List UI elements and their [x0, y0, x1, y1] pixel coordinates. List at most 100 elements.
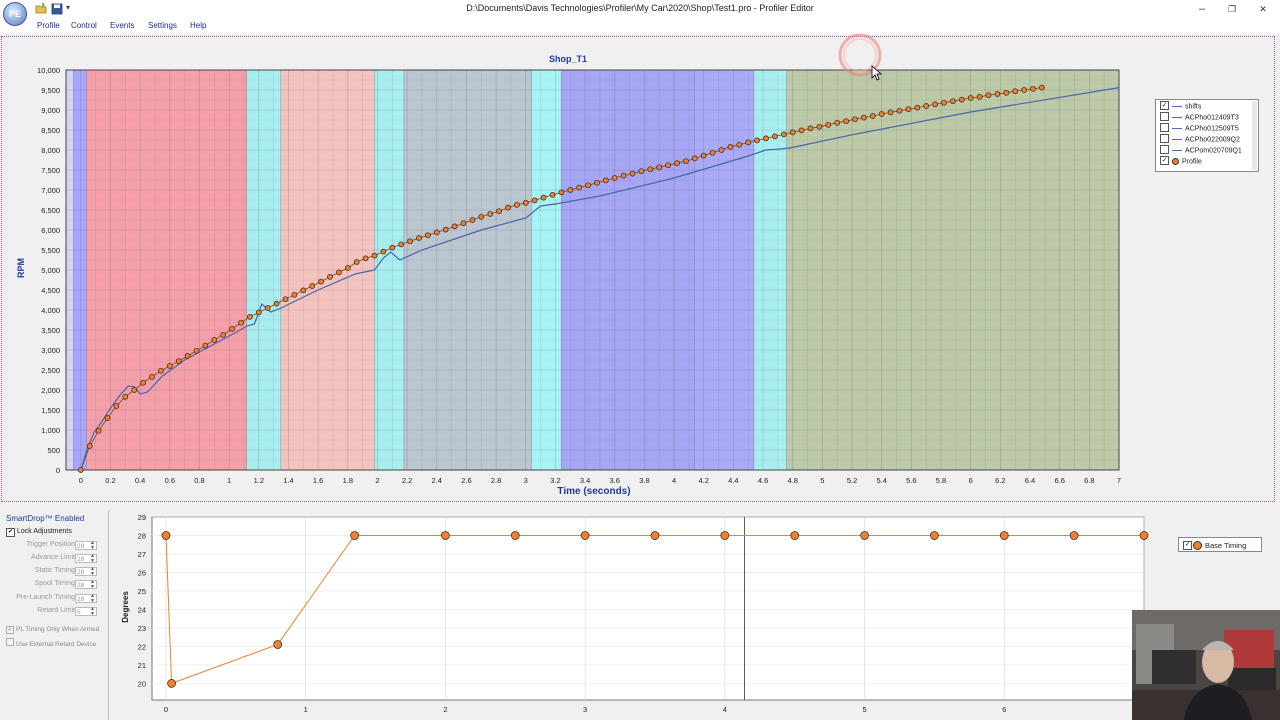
profile-point: [861, 114, 867, 121]
timing-chart[interactable]: Degrees 0 1 2 3 4 5 620212223242526272829: [108, 510, 1280, 720]
base-timing-point: [860, 531, 869, 540]
profile-point: [567, 187, 574, 193]
setting-row: Pre-Launch Timing 28 ▲ ▼: [0, 594, 108, 605]
profile-point: [220, 331, 227, 338]
legend-item-acpho022009q2[interactable]: ACPho022009Q2: [1160, 134, 1240, 146]
spin-arrows-icon[interactable]: ▲ ▼: [89, 567, 96, 577]
spin-arrows-icon[interactable]: ▲ ▼: [89, 554, 96, 564]
x-tick-label: 4.4: [728, 476, 738, 485]
profile-point: [976, 93, 983, 100]
advance-limit-stepper[interactable]: 28 ▲ ▼: [75, 554, 97, 564]
y-tick-label: 7,500: [41, 166, 60, 175]
y-tick-label: 10,000: [37, 66, 60, 75]
profile-point: [549, 191, 556, 198]
x-tick-label: 1.8: [343, 476, 353, 485]
legend-checkbox[interactable]: [1160, 145, 1169, 154]
y-tick-label: 6,500: [41, 206, 60, 215]
x-tick-label: 4.2: [699, 476, 709, 485]
profile-point: [193, 347, 200, 354]
lock-adjustments-checkbox[interactable]: ✔: [6, 528, 15, 537]
base-timing-point: [1139, 531, 1149, 540]
legend-checkbox[interactable]: [1160, 123, 1169, 132]
profile-point: [656, 164, 663, 171]
spin-arrows-icon[interactable]: ▲ ▼: [89, 541, 96, 551]
pl-timing-checkbox[interactable]: ✔: [6, 626, 14, 634]
profile-point: [291, 291, 298, 298]
legend-checkbox[interactable]: [1160, 112, 1169, 121]
pl-timing-row[interactable]: ✔ PL Timing Only When Armed: [6, 626, 99, 634]
profile-point: [700, 152, 707, 159]
profile-point: [576, 184, 583, 191]
x-tick-label: 2: [443, 705, 447, 714]
profile-point: [691, 155, 698, 162]
x-axis-label: Time (seconds): [557, 486, 630, 497]
profile-point: [229, 325, 235, 332]
profile-point: [923, 103, 930, 109]
profile-point: [282, 296, 289, 303]
external-retard-checkbox[interactable]: [6, 638, 14, 646]
static-timing-label: Static Timing: [34, 567, 75, 574]
x-tick-label: 1: [304, 705, 308, 714]
profile-point: [540, 194, 547, 201]
x-tick-label: 5.8: [936, 476, 946, 485]
profile-point: [505, 204, 511, 211]
y-tick-label: 5,500: [41, 246, 60, 255]
profile-point: [674, 160, 680, 167]
timing-legend[interactable]: ✓ Base Timing: [1178, 537, 1262, 552]
profile-point: [905, 106, 912, 113]
profile-point: [709, 149, 716, 156]
profile-point: [887, 109, 894, 116]
x-tick-label: 6: [1002, 705, 1006, 714]
y-tick-label: 23: [138, 624, 146, 633]
profile-point: [1003, 89, 1010, 96]
legend-label: shifts: [1185, 103, 1202, 111]
legend-checkbox[interactable]: ✓: [1160, 101, 1169, 110]
pre-launch-timing-stepper[interactable]: 28 ▲ ▼: [75, 594, 97, 604]
y-tick-label: 8,500: [41, 126, 60, 135]
profile-point: [665, 162, 671, 169]
retard-limit-stepper[interactable]: 5 ▲ ▼: [75, 607, 97, 617]
legend-item-profile[interactable]: ✓ Profile: [1160, 156, 1202, 168]
base-timing-label: Base Timing: [1205, 541, 1247, 550]
spin-arrows-icon[interactable]: ▲ ▼: [89, 607, 96, 617]
spool-timing-stepper[interactable]: 28 ▲ ▼: [75, 580, 97, 590]
legend-item-acpho012409t3[interactable]: ACPho012409T3: [1160, 112, 1239, 124]
base-timing-checkbox[interactable]: ✓: [1183, 541, 1192, 550]
trigger-position-label: Trigger Position: [26, 541, 75, 548]
y-tick-label: 28: [138, 531, 146, 540]
legend-label: ACPho012409T3: [1185, 114, 1239, 122]
legend-item-acpho012509t5[interactable]: ACPho012509T5: [1160, 123, 1239, 135]
static-timing-stepper[interactable]: 28 ▲ ▼: [75, 567, 97, 577]
x-tick-label: 4: [723, 705, 727, 714]
legend-checkbox[interactable]: [1160, 134, 1169, 143]
rpm-chart[interactable]: Shop_T1 0 0.2 0.4 0.6 0.8 1 1.2 1.4 1.6 1.8 2 2.2 2.…: [0, 0, 1280, 510]
x-tick-label: 3: [583, 705, 587, 714]
x-tick-label: 3: [524, 476, 528, 485]
legend-item-acpom020709q1[interactable]: ACPom020709Q1: [1160, 145, 1242, 157]
profile-point: [318, 278, 324, 285]
profile-point: [416, 235, 422, 241]
stepper-value: 28: [77, 556, 85, 563]
app-logo-icon[interactable]: PE: [3, 2, 27, 26]
trigger-position-stepper[interactable]: 28 ▲ ▼: [75, 541, 97, 551]
spin-arrows-icon[interactable]: ▲ ▼: [89, 594, 96, 604]
line-swatch-icon: [1172, 106, 1182, 107]
x-tick-label: 0.6: [165, 476, 175, 485]
profile-point: [255, 309, 262, 316]
spin-arrows-icon[interactable]: ▲ ▼: [89, 580, 96, 590]
profile-point: [149, 373, 155, 380]
profile-point: [816, 123, 823, 130]
profile-point: [184, 353, 191, 359]
base-timing-point: [650, 531, 660, 540]
lock-adjustments-row[interactable]: ✔ Lock Adjustments: [6, 528, 72, 537]
base-timing-point: [350, 531, 359, 540]
legend-scrollbar[interactable]: [1252, 101, 1257, 170]
external-retard-row[interactable]: Use External Retard Device: [6, 638, 96, 648]
x-tick-label: 6.2: [995, 476, 1005, 485]
profile-point: [487, 211, 494, 217]
legend-checkbox[interactable]: ✓: [1160, 156, 1169, 165]
profile-point: [941, 99, 947, 106]
dot-swatch-icon: [1172, 158, 1179, 165]
smartdrop-panel: SmartDrop™ Enabled ✔ Lock Adjustments Tri…: [0, 510, 109, 720]
x-tick-label: 6.4: [1025, 476, 1035, 485]
